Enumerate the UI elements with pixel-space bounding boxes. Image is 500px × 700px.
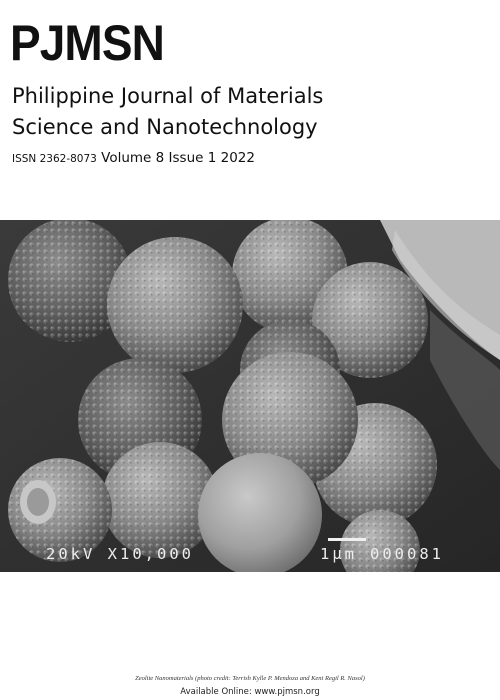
journal-logo: PJMSN — [10, 15, 165, 71]
cover-sem-image: 20kV X10,000 1μm 000081 — [0, 220, 500, 572]
available-online-text: Available Online: www.pjmsn.org — [180, 687, 320, 697]
sem-scale-label: 1μm — [320, 545, 357, 563]
sem-micrograph-illustration — [0, 220, 500, 572]
sem-hud-voltage-magnification: 20kV X10,000 — [46, 545, 194, 563]
issn-volume-line: ISSN 2362-8073 Volume 8 Issue 1 2022 — [12, 149, 255, 166]
sem-image-id: 000081 — [370, 545, 444, 563]
volume-issue-year: Volume 8 Issue 1 2022 — [96, 150, 255, 166]
sem-scale-bar — [328, 538, 366, 541]
issn-text: ISSN 2362-8073 — [12, 153, 97, 165]
cover-photo-caption: Zeolite Nanomaterials (photo credit: Ter… — [135, 675, 365, 682]
journal-title-line-2: Science and Nanotechnology — [12, 115, 318, 139]
journal-title-line-1: Philippine Journal of Materials — [12, 84, 324, 108]
